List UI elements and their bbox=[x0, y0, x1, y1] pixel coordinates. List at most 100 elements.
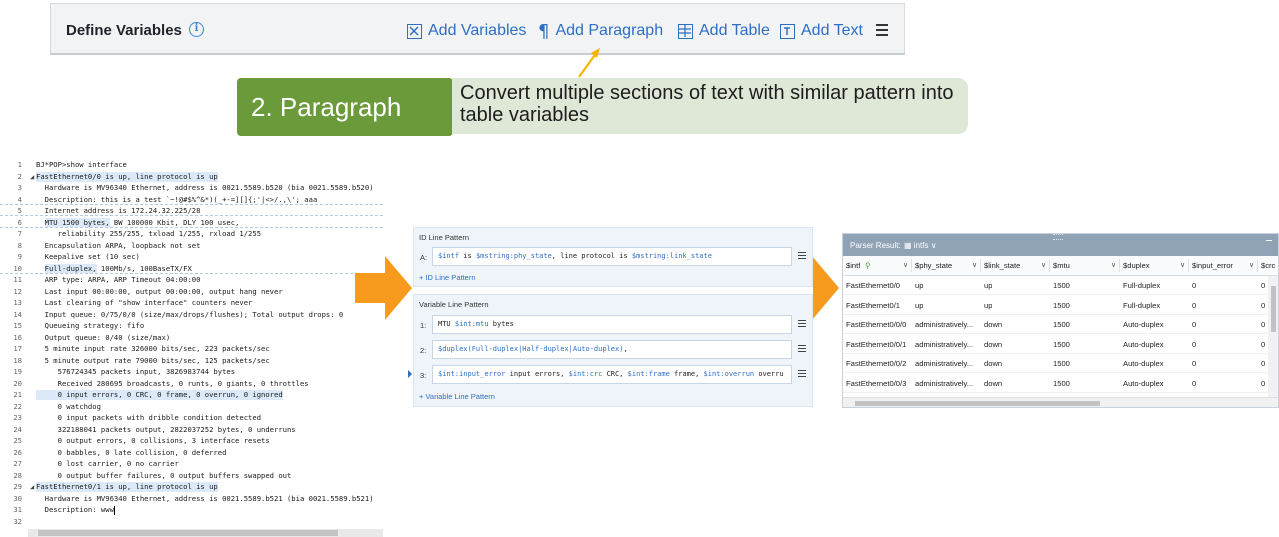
column-header[interactable]: $input_error bbox=[1192, 261, 1233, 270]
code-text: Keepalive set (10 sec) bbox=[36, 252, 140, 261]
pattern-input[interactable]: $intf is $mstring:phy_state, line protoc… bbox=[432, 247, 792, 266]
pattern-input[interactable]: $duplex(Full-duplex|Half-duplex|Auto-dup… bbox=[432, 340, 792, 359]
table-row[interactable]: FastEthernet0/0/0 administratively... down… bbox=[843, 315, 1278, 334]
line-number: 5 bbox=[17, 206, 22, 215]
column-header[interactable]: $crc bbox=[1261, 261, 1275, 270]
pattern-row: 2: $duplex(Full-duplex|Half-duplex|Auto-d… bbox=[414, 340, 814, 360]
add-text-button[interactable]: Add Text bbox=[780, 21, 863, 41]
code-text: 576724345 packets input, 3826983744 byte… bbox=[36, 367, 236, 376]
add-variables-button[interactable]: Add Variables bbox=[407, 21, 526, 41]
column-header[interactable]: $duplex bbox=[1123, 261, 1150, 270]
hamburger-menu-icon[interactable] bbox=[876, 23, 890, 37]
add-paragraph-button[interactable]: ¶ Add Paragraph bbox=[538, 21, 663, 42]
add-table-label: Add Table bbox=[699, 22, 770, 39]
chevron-down-icon[interactable]: ∨ bbox=[1180, 261, 1185, 269]
add-text-label: Add Text bbox=[801, 22, 863, 39]
table-cell: Auto-duplex bbox=[1123, 320, 1164, 329]
code-line: 31 Description: www bbox=[0, 505, 383, 515]
row-menu-icon[interactable] bbox=[798, 320, 806, 328]
drag-handle-icon[interactable] bbox=[1053, 234, 1063, 240]
table-cell: FastEthernet0/0/1 bbox=[846, 339, 907, 349]
cli-output-editor[interactable]: 1 BJ*POP>show interface 2 ◢ FastEthernet0/0 … bbox=[0, 157, 383, 537]
variable-line-pattern-section: Variable Line Pattern + Variable Line Pa… bbox=[408, 294, 814, 407]
code-line: 26 0 babbles, 0 late collision, 0 deferr… bbox=[0, 448, 383, 458]
table-cell: Full-duplex bbox=[1123, 300, 1161, 310]
minimize-icon[interactable] bbox=[1266, 240, 1272, 241]
chevron-down-icon[interactable]: ∨ bbox=[972, 261, 977, 269]
code-text: Received 280695 broadcasts, 0 runts, 0 g… bbox=[36, 378, 309, 388]
column-header[interactable]: $link_state bbox=[984, 261, 1020, 270]
add-variables-icon bbox=[407, 23, 422, 39]
code-text: 0 watchdog bbox=[36, 401, 101, 411]
code-line: 29 ◢ FastEthernet0/1 is up, line protocol … bbox=[0, 482, 383, 492]
table-row[interactable]: FastEthernet0/0 up up 1500 Full-duplex 0 0 bbox=[843, 276, 1278, 295]
pattern-row: A: $intf is $mstring:phy_state, line prot… bbox=[414, 247, 814, 267]
row-menu-icon[interactable] bbox=[798, 370, 806, 378]
code-scroll-thumb[interactable] bbox=[38, 530, 338, 536]
pattern-variable: $mstring:link_state bbox=[631, 252, 712, 260]
line-number: 25 bbox=[13, 436, 22, 445]
fold-caret-icon[interactable]: ◢ bbox=[30, 172, 34, 182]
chevron-down-icon[interactable]: ∨ bbox=[1111, 261, 1116, 269]
code-text: Internet address is 172.24.32.225/28 bbox=[36, 206, 201, 215]
text-icon bbox=[780, 23, 795, 39]
line-number: 28 bbox=[13, 470, 22, 480]
pattern-variable: $int:crc bbox=[568, 370, 603, 378]
code-text: Full-duplex, 100Mb/s, 100BaseTX/FX bbox=[44, 263, 192, 273]
results-vertical-scrollbar[interactable] bbox=[1268, 276, 1278, 397]
line-number: 32 bbox=[13, 516, 22, 526]
pattern-input[interactable]: $int:input_error input errors, $int:crc … bbox=[432, 365, 792, 384]
add-id-line-pattern-link[interactable]: + ID Line Pattern bbox=[419, 273, 476, 282]
add-variable-line-pattern-link[interactable]: + Variable Line Pattern bbox=[419, 392, 495, 401]
table-cell: 1500 bbox=[1053, 339, 1070, 349]
results-horizontal-scrollbar[interactable] bbox=[843, 397, 1278, 407]
results-hscroll-thumb[interactable] bbox=[855, 401, 1100, 406]
code-line: 7 reliability 255/255, txload 1/255, rxl… bbox=[0, 229, 383, 239]
column-divider bbox=[1049, 259, 1050, 272]
code-line: 22 0 watchdog bbox=[0, 402, 383, 412]
table-name: intfs bbox=[913, 241, 929, 250]
table-row[interactable]: FastEthernet0/0/3 administratively... down… bbox=[843, 374, 1278, 393]
table-selector[interactable]: ▦ intfs ∨ bbox=[904, 241, 937, 250]
table-cell: Auto-duplex bbox=[1123, 339, 1164, 349]
row-menu-icon[interactable] bbox=[798, 345, 806, 353]
code-text: Input queue: 0/75/0/0 (size/max/drops/fl… bbox=[36, 309, 344, 319]
chevron-down-icon[interactable]: ∨ bbox=[1041, 261, 1046, 269]
chevron-down-icon[interactable]: ∨ bbox=[903, 261, 908, 269]
define-variables-toolbar: Define Variables i Add Variables ¶ Add P… bbox=[50, 3, 905, 55]
table-cell: up bbox=[915, 300, 924, 310]
table-cell: administratively... bbox=[915, 378, 974, 388]
callout-pointer-arrow bbox=[578, 48, 600, 78]
table-cell: 1500 bbox=[1053, 378, 1070, 388]
line-number: 14 bbox=[13, 309, 22, 319]
table-cell: down bbox=[984, 378, 1003, 388]
row-menu-icon[interactable] bbox=[798, 252, 806, 260]
table-cell: 0 bbox=[1261, 359, 1266, 368]
code-line: 19 576724345 packets input, 3826983744 b… bbox=[0, 367, 383, 377]
table-row[interactable]: FastEthernet0/0/2 administratively... down… bbox=[843, 354, 1278, 373]
table-row[interactable]: FastEthernet0/1 up up 1500 Full-duplex 0 0 bbox=[843, 296, 1278, 315]
results-vscroll-thumb[interactable] bbox=[1271, 286, 1276, 332]
parser-result-panel: Parser Result: ▦ intfs ∨ $intf ⚲ ∨ $phy_sta… bbox=[842, 233, 1279, 408]
chevron-down-icon[interactable]: ∨ bbox=[1249, 261, 1254, 269]
pattern-input[interactable]: MTU $int:mtu bytes bbox=[432, 315, 792, 334]
table-cell: 0 bbox=[1192, 359, 1197, 368]
table-cell: 1500 bbox=[1053, 320, 1070, 329]
code-horizontal-scrollbar[interactable] bbox=[28, 529, 383, 537]
code-text: Last clearing of "show interface" counte… bbox=[36, 298, 253, 307]
line-number: 9 bbox=[17, 252, 22, 261]
fold-caret-icon[interactable]: ◢ bbox=[30, 482, 34, 492]
column-header[interactable]: $intf bbox=[846, 261, 860, 270]
table-row[interactable]: FastEthernet0/0/1 administratively... down… bbox=[843, 335, 1278, 354]
code-line: 15 Queueing strategy: fifo bbox=[0, 321, 383, 331]
line-number: 10 bbox=[13, 263, 22, 273]
code-text: 0 input errors, 0 CRC, 0 frame, 0 overru… bbox=[36, 390, 283, 400]
table-cell: Full-duplex bbox=[1123, 281, 1161, 290]
info-icon[interactable]: i bbox=[189, 22, 204, 37]
column-header[interactable]: $phy_state bbox=[915, 261, 952, 270]
pattern-variable: $int:overrun bbox=[703, 370, 755, 378]
line-number: 3 bbox=[17, 183, 22, 192]
column-header[interactable]: $mtu bbox=[1053, 261, 1070, 270]
add-table-button[interactable]: Add Table bbox=[678, 21, 770, 41]
line-number: 30 bbox=[13, 493, 22, 503]
